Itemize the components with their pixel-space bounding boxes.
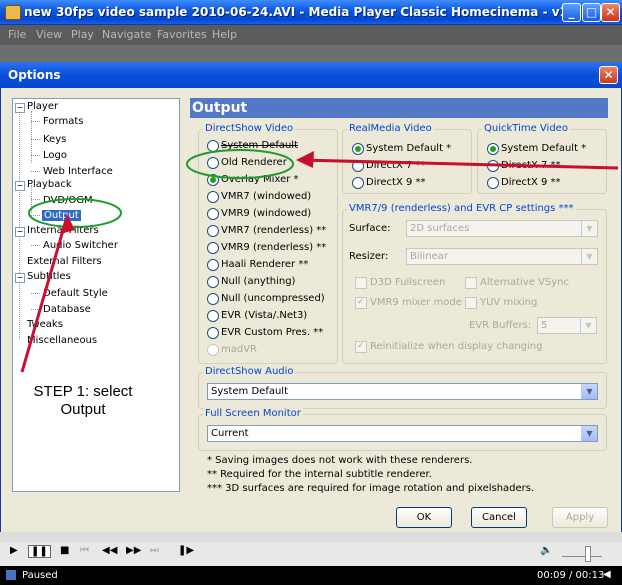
arrow-head-old-renderer bbox=[296, 151, 314, 168]
highlight-output bbox=[28, 198, 122, 228]
arrow-to-output bbox=[20, 219, 68, 373]
arrow-head-output bbox=[60, 214, 75, 234]
arrow-to-old-renderer bbox=[299, 158, 619, 170]
highlight-old-renderer bbox=[186, 149, 294, 179]
annotation-overlay bbox=[20, 149, 619, 373]
